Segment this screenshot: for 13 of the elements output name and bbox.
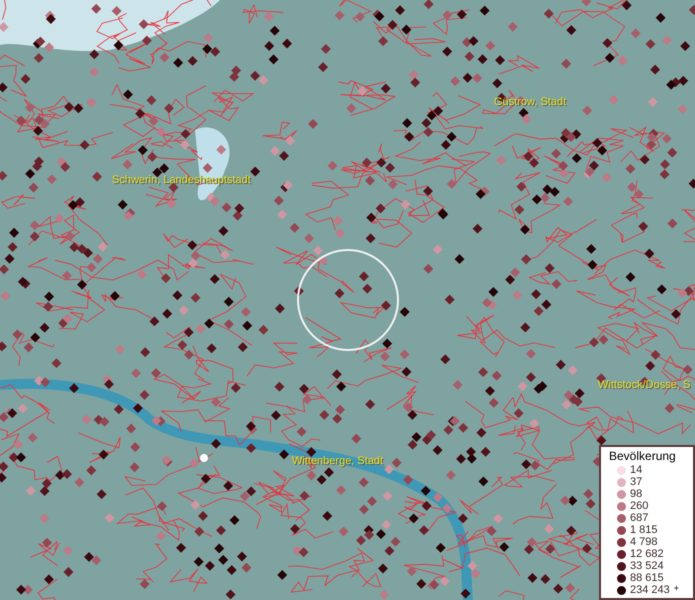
legend-value: 1 815 <box>630 524 658 536</box>
legend-value: 88 615 <box>630 572 664 584</box>
legend-value: 14 <box>630 464 642 476</box>
legend-value: 234 243 <box>630 584 670 596</box>
legend-value: 260 <box>630 500 648 512</box>
legend-value: 12 682 <box>630 548 664 560</box>
legend-title: Bevölkerung <box>609 449 677 464</box>
legend-value: 98 <box>630 488 642 500</box>
legend-value: 33 524 <box>630 560 664 572</box>
legend-value: 4 798 <box>630 536 658 548</box>
legend-value: 37 <box>630 476 642 488</box>
legend-plus: + <box>674 584 680 593</box>
legend-value: 687 <box>630 512 648 524</box>
